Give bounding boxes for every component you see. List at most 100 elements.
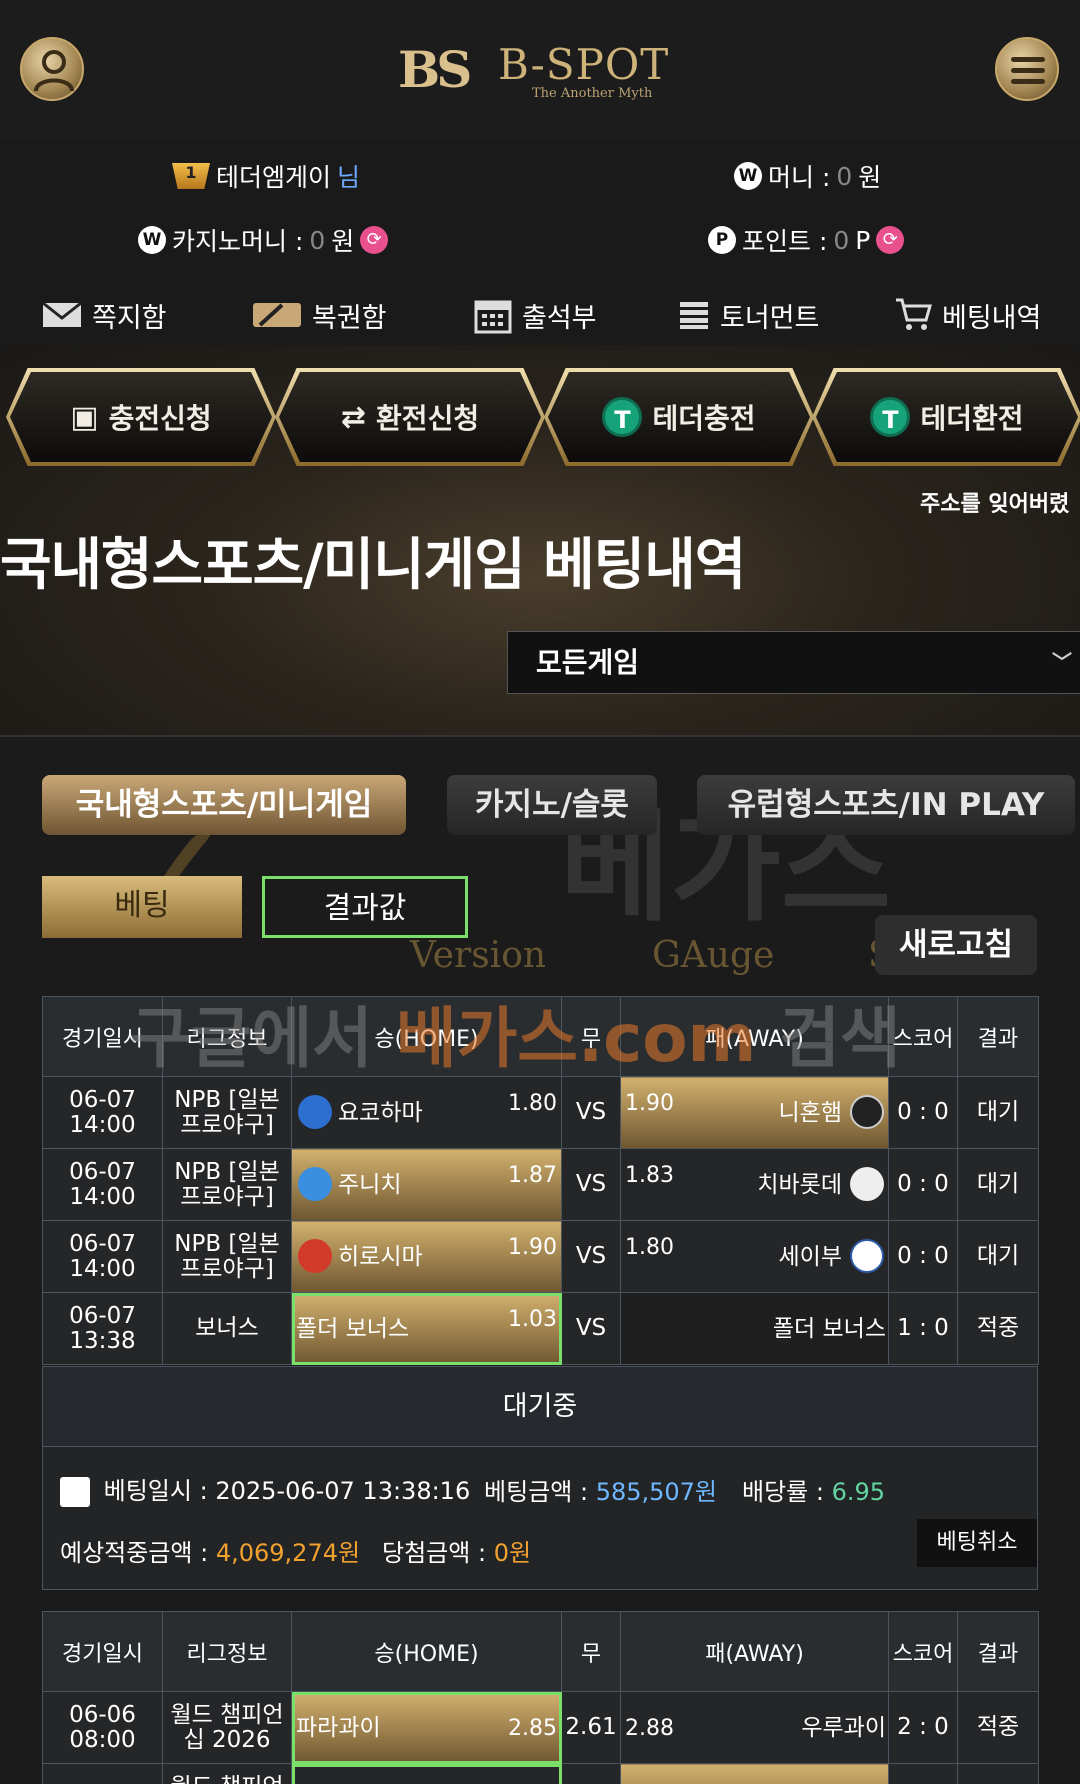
column-header: 결과 (957, 996, 1039, 1077)
sub-tab-result[interactable]: 결과값 (262, 876, 468, 938)
reload-button[interactable]: 새로고침 (875, 915, 1037, 975)
column-header: 패(AWAY) (620, 1611, 889, 1692)
win-amount-label: 당첨금액 : (382, 1539, 487, 1567)
logo-name: B-SPOT (498, 40, 670, 89)
column-header: 스코어 (888, 996, 958, 1077)
draw-cell: VS (561, 1220, 621, 1293)
away-team: 우루과이 (801, 1715, 886, 1741)
tab-casino-slot[interactable]: 카지노/슬롯 (447, 775, 657, 835)
cancel-bet-button[interactable]: 베팅취소 (917, 1519, 1037, 1567)
bet-time-row: 베팅일시 : 2025-06-07 13:38:16 (60, 1471, 470, 1507)
league-name: 월드 챔피언십 (162, 1763, 292, 1784)
score: 0 : 0 (888, 1220, 958, 1293)
column-header: 스코어 (888, 1611, 958, 1692)
away-odds-cell[interactable]: 1.90 니혼햄 (620, 1076, 889, 1149)
home-team: 히로시마 (338, 1244, 423, 1270)
table-row: 06-07 14:00 NPB [일본 프로야구] 주니치 1.87 VS 1.8… (42, 1148, 1039, 1221)
refresh-icon[interactable]: ⟳ (360, 226, 389, 254)
deposit-request-button[interactable]: ▣ 충전신청 (10, 372, 272, 462)
casino-money-value: 0 (309, 225, 326, 255)
cart-icon (896, 298, 932, 330)
expected-win-label: 예상적중금액 : (60, 1539, 209, 1567)
score: 1 : 0 (888, 1292, 958, 1365)
league-name: 보너스 (162, 1292, 292, 1365)
away-team: 치바롯데 (757, 1172, 842, 1198)
bet-amount-value: 585,507원 (595, 1478, 718, 1506)
tether-deposit-button[interactable]: T 테더충전 (548, 372, 810, 462)
result (957, 1763, 1039, 1784)
bet-time-label: 베팅일시 : (103, 1477, 208, 1505)
nav-tournament[interactable]: 토너먼트 (678, 290, 819, 340)
league-name: NPB [일본 프로야구] (162, 1076, 292, 1149)
draw-cell[interactable]: 2.61 (561, 1691, 621, 1764)
home-odds-cell[interactable]: 요코하마 1.80 (291, 1076, 562, 1149)
win-amount-value: 0원 (493, 1539, 532, 1567)
away-odds-cell[interactable]: 2.88 우루과이 (620, 1691, 889, 1764)
away-odds: 1.83 (625, 1163, 674, 1188)
column-header: 패(AWAY) (620, 996, 889, 1077)
user-name: 테더엠게이 (216, 163, 332, 192)
sub-tab-bet[interactable]: 베팅 (42, 876, 242, 938)
home-odds-cell[interactable]: 히로시마 1.90 (291, 1220, 562, 1293)
action-label: 테더환전 (920, 402, 1024, 435)
tab-euro-sports[interactable]: 유럽형스포츠/IN PLAY (697, 775, 1075, 835)
odds-rate-label: 배당률 : (742, 1478, 824, 1506)
team-logo-icon (850, 1095, 884, 1129)
user-name-row: 1 테더엠게이 님 (172, 158, 360, 194)
home-odds-cell[interactable] (291, 1763, 562, 1784)
home-odds-cell[interactable]: 주니치 1.87 (291, 1148, 562, 1221)
table-row: 06-07 13:38 보너스 폴더 보너스 1.03 VS 폴더 보너스 1 :… (42, 1292, 1039, 1365)
expected-win-value: 4,069,274원 (215, 1539, 361, 1567)
team-logo-icon (298, 1239, 332, 1273)
rank-badge-icon: 1 (172, 163, 210, 189)
nav-bet-history[interactable]: 베팅내역 (894, 290, 1041, 340)
nav-attendance[interactable]: 출석부 (474, 290, 597, 340)
away-odds-cell[interactable]: 폴더 보너스 (620, 1292, 889, 1365)
nav-messages[interactable]: 쪽지함 (42, 290, 167, 340)
draw-cell[interactable] (561, 1763, 621, 1784)
result: 대기 (957, 1148, 1039, 1221)
away-odds: 2.88 (625, 1716, 674, 1741)
away-odds-cell[interactable]: 1.80 세이부 (620, 1220, 889, 1293)
nav-label: 베팅내역 (942, 302, 1042, 334)
select-checkbox[interactable] (60, 1477, 90, 1507)
tab-domestic-sports[interactable]: 국내형스포츠/미니게임 (42, 775, 406, 835)
column-header: 무 (561, 996, 621, 1077)
table-header-row: 경기일시 리그정보 승(HOME) 무 패(AWAY) 스코어 결과 (42, 1611, 1039, 1692)
column-header: 경기일시 (42, 1611, 163, 1692)
withdraw-request-button[interactable]: ⇄ 환전신청 (279, 372, 541, 462)
team-logo-icon (298, 1167, 332, 1201)
home-odds-cell[interactable]: 파라과이 2.85 (291, 1691, 562, 1764)
chevron-down-icon: ﹀ (1052, 650, 1072, 674)
won-coin-icon: W (734, 162, 762, 190)
logo[interactable]: BS B-SPOT The Another Myth (398, 36, 688, 106)
match-datetime: 06-06 (42, 1763, 163, 1784)
home-odds: 1.03 (508, 1307, 557, 1332)
money-label: 머니 : (768, 163, 831, 192)
refresh-icon[interactable]: ⟳ (876, 226, 905, 254)
page-title: 국내형스포츠/미니게임 베팅내역 (0, 533, 746, 598)
home-odds: 1.80 (508, 1091, 557, 1116)
home-team: 주니치 (338, 1172, 402, 1198)
game-filter-select[interactable]: 모든게임 ﹀ (507, 631, 1080, 694)
home-odds-cell[interactable]: 폴더 보너스 1.03 (291, 1292, 562, 1365)
table-row: 06-07 14:00 NPB [일본 프로야구] 히로시마 1.90 VS 1.… (42, 1220, 1039, 1293)
away-odds-cell[interactable] (620, 1763, 889, 1784)
nav-lottery[interactable]: 복권함 (252, 290, 387, 340)
money-value: 0 (836, 161, 853, 191)
hamburger-menu-icon[interactable] (995, 37, 1059, 101)
team-logo-icon (850, 1239, 884, 1273)
column-header: 결과 (957, 1611, 1039, 1692)
tether-withdraw-button[interactable]: T 테더환전 (816, 372, 1078, 462)
calendar-icon (474, 300, 512, 334)
action-label: 테더충전 (652, 402, 756, 435)
user-profile-button[interactable] (20, 37, 84, 101)
column-header: 경기일시 (42, 996, 163, 1077)
result: 적중 (957, 1292, 1039, 1365)
column-header: 리그정보 (162, 1611, 292, 1692)
away-odds-cell[interactable]: 1.83 치바롯데 (620, 1148, 889, 1221)
odds-rate-row: 배당률 : 6.95 (742, 1472, 885, 1507)
logo-tagline: The Another Myth (532, 86, 653, 101)
away-team: 니혼햄 (778, 1100, 842, 1126)
nav-label: 쪽지함 (92, 302, 167, 334)
